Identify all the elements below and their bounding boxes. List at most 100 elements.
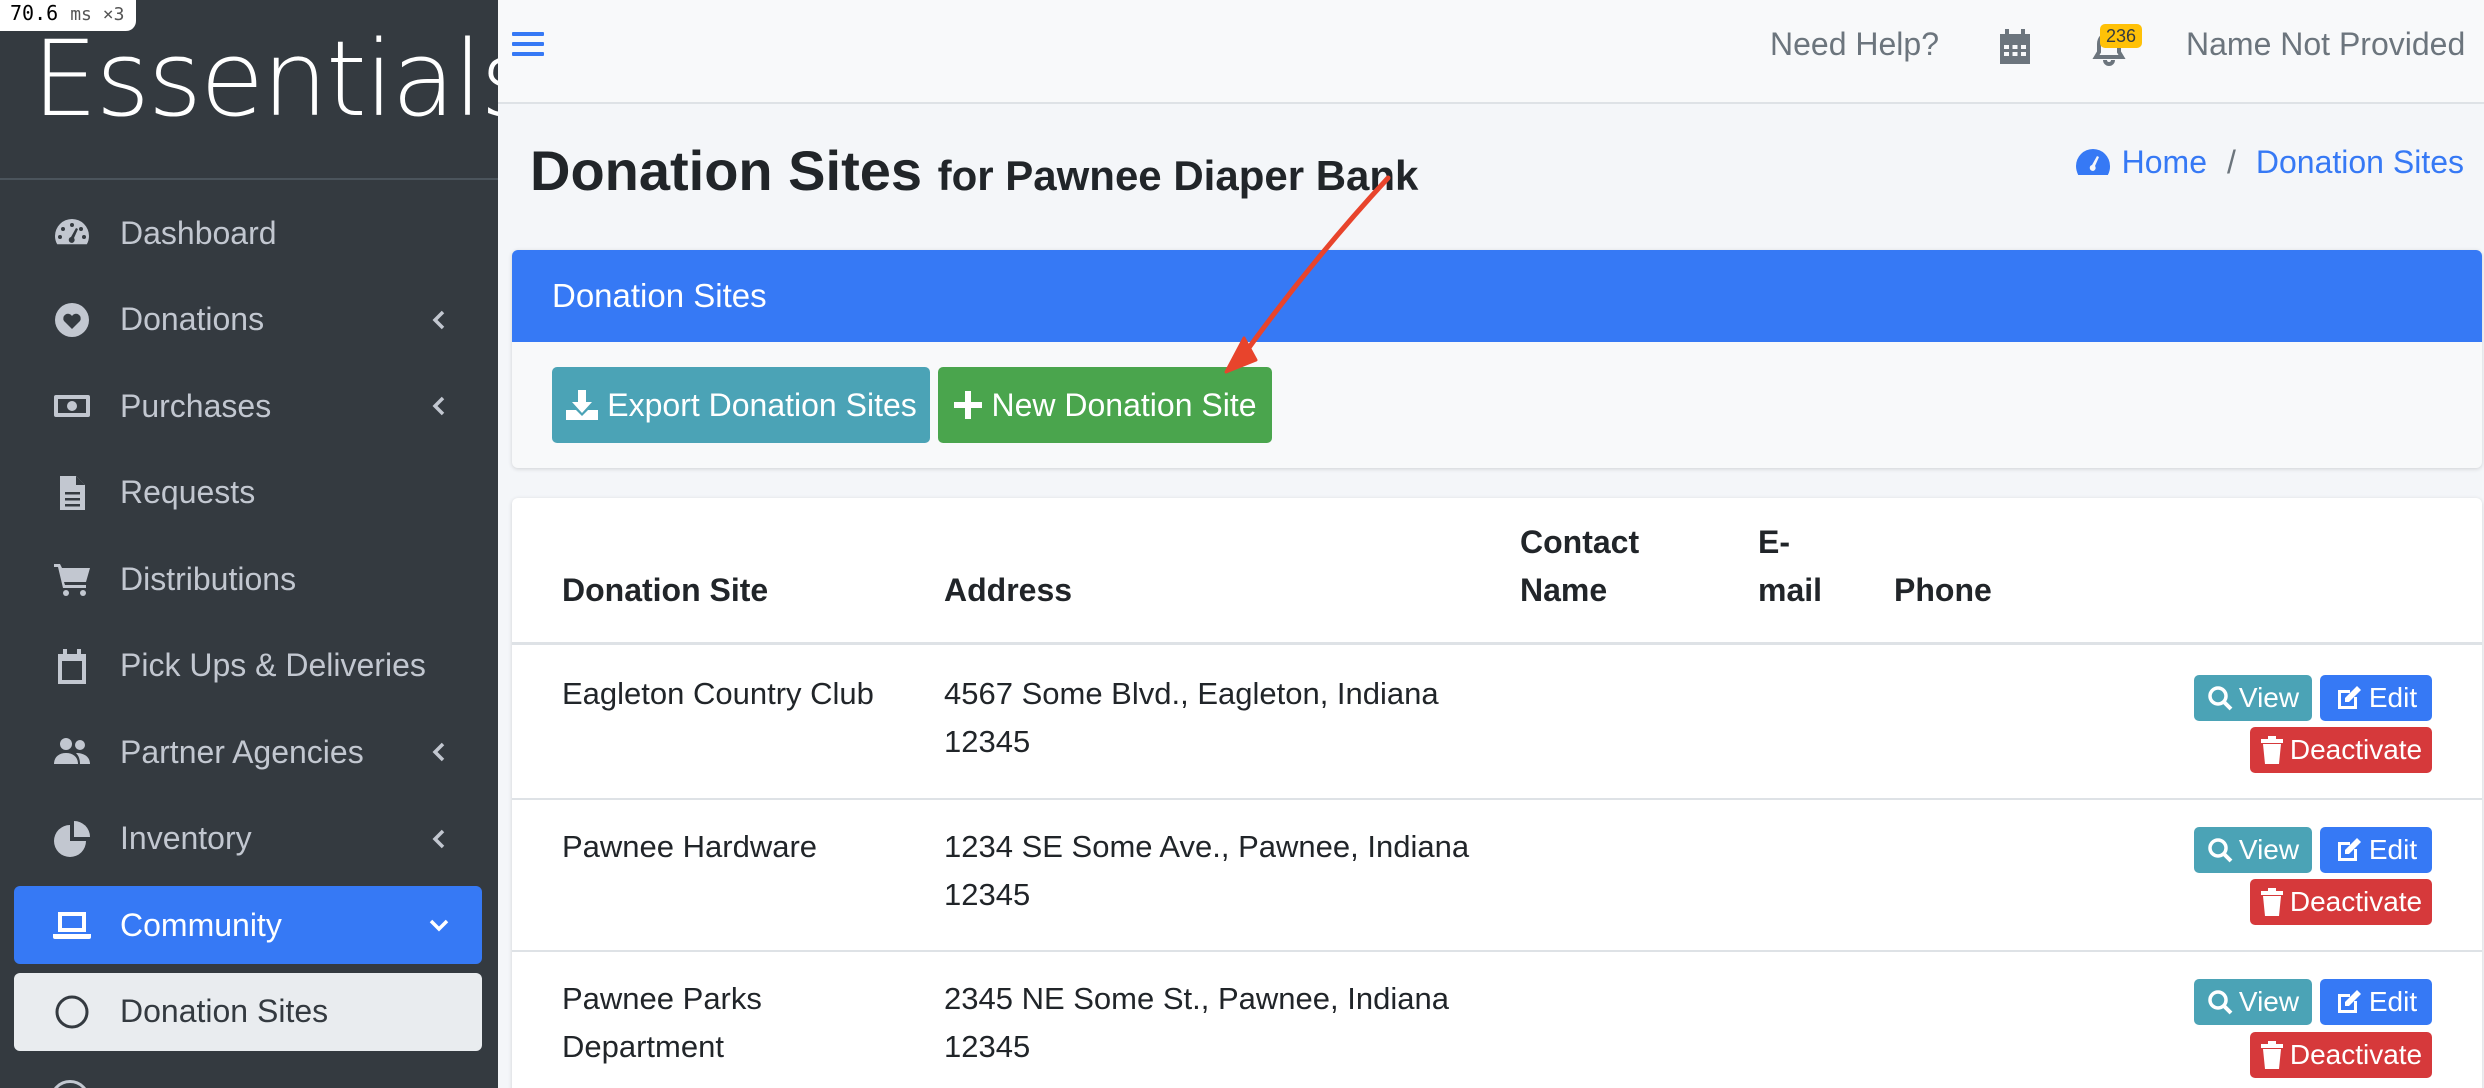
row-divider [512, 950, 2482, 952]
edit-label: Edit [2368, 986, 2418, 1017]
shopping-cart-icon [50, 557, 94, 601]
card-header: Donation Sites [512, 250, 2482, 342]
page-title: Donation Sites for Pawnee Diaper Bank [530, 138, 1418, 203]
table-header-divider [512, 642, 2482, 645]
sidebar-item-label: Dashboard [120, 214, 277, 251]
edit-button[interactable]: Edit [2320, 827, 2432, 873]
address-line2: 12345 [944, 724, 1031, 759]
search-icon [2208, 686, 2233, 711]
laptop-icon [50, 903, 94, 947]
sidebar-item-community[interactable]: Community [14, 886, 482, 964]
sidebar-item-label: Distributions [120, 560, 297, 597]
breadcrumb-home-link[interactable]: Home [2122, 144, 2207, 181]
brand-divider [0, 178, 498, 180]
calendar-icon [50, 644, 94, 688]
chevron-left-icon [424, 737, 454, 767]
need-help-link[interactable]: Need Help? [1770, 26, 1939, 63]
view-button[interactable]: View [2194, 827, 2312, 873]
col-header-email: E-mail [1758, 518, 1822, 614]
address-line1: 4567 Some Blvd., Eagleton, Indiana [944, 676, 1439, 711]
site-address: 4567 Some Blvd., Eagleton, Indiana 12345 [944, 670, 1439, 766]
sidebar-item-requests[interactable]: Requests [14, 454, 482, 532]
edit-button[interactable]: Edit [2320, 979, 2432, 1025]
calendar-icon[interactable] [1998, 28, 2032, 66]
deactivate-label: Deactivate [2289, 1039, 2423, 1070]
edit-label: Edit [2368, 834, 2418, 865]
heart-circle-icon [50, 298, 94, 342]
view-button[interactable]: View [2194, 979, 2312, 1025]
sidebar-item-partner-agencies[interactable]: Partner Agencies [14, 713, 482, 791]
edit-icon [2337, 686, 2361, 709]
deactivate-label: Deactivate [2289, 734, 2423, 765]
trash-icon [2260, 888, 2283, 916]
sidebar-item-label: Purchases [120, 387, 272, 424]
view-button[interactable]: View [2194, 675, 2312, 721]
notification-badge: 236 [2100, 24, 2143, 48]
view-label: View [2238, 986, 2300, 1017]
new-donation-site-button[interactable]: New Donation Site [938, 367, 1272, 443]
user-menu[interactable]: Name Not Provided [2186, 26, 2465, 63]
sidebar-item-purchases[interactable]: Purchases [14, 367, 482, 445]
pie-chart-icon [50, 817, 94, 861]
edit-button[interactable]: Edit [2320, 675, 2432, 721]
sidebar-nav: Dashboard Donations Purchases Requests D… [14, 194, 482, 1059]
sidebar-item-inventory[interactable]: Inventory [14, 800, 482, 878]
users-icon [50, 730, 94, 774]
sidebar-item-pickups-deliveries[interactable]: Pick Ups & Deliveries [14, 627, 482, 705]
topbar: Need Help? 236 Name Not Provided [498, 0, 2484, 104]
site-address: 1234 SE Some Ave., Pawnee, Indiana 12345 [944, 823, 1469, 919]
search-icon [2208, 990, 2233, 1015]
brand-logo[interactable]: Essentials [32, 24, 498, 134]
plus-icon [954, 391, 983, 419]
sidebar-item-label: Inventory [120, 820, 252, 856]
circle-outline-icon [50, 1080, 90, 1088]
deactivate-label: Deactivate [2289, 886, 2423, 917]
menu-toggle-icon[interactable] [512, 32, 544, 60]
sidebar: 70.6 ms ×3 Essentials Dashboard Donation… [0, 0, 498, 1088]
col-header-address: Address [944, 572, 1073, 608]
address-line1: 2345 NE Some St., Pawnee, Indiana [944, 981, 1449, 1016]
site-name: Pawnee Hardware [562, 829, 818, 864]
site-name: Pawnee Parks Department [562, 975, 762, 1071]
donation-sites-table: Donation Site Address Contact Name E-mail… [512, 498, 2482, 1088]
col-header-contact-line2: Name [1520, 572, 1608, 608]
view-label: View [2238, 682, 2300, 713]
address-line2: 12345 [944, 1029, 1031, 1064]
sidebar-item-donation-sites[interactable]: Donation Sites [14, 972, 482, 1051]
page-title-text: Donation Sites [530, 139, 923, 202]
sidebar-item-label: Donations [120, 301, 265, 337]
breadcrumb: Home / Donation Sites [2074, 144, 2464, 181]
chevron-left-icon [424, 824, 454, 854]
site-address: 2345 NE Some St., Pawnee, Indiana 12345 [944, 975, 1449, 1071]
perf-value: 70.6 [10, 1, 59, 25]
view-label: View [2238, 834, 2300, 865]
edit-label: Edit [2368, 682, 2418, 713]
deactivate-button[interactable]: Deactivate [2250, 1032, 2432, 1078]
sidebar-item-dashboard[interactable]: Dashboard [14, 194, 482, 272]
sidebar-item-distributions[interactable]: Distributions [14, 540, 482, 618]
col-header-phone: Phone [1894, 572, 1992, 608]
sidebar-item-label: Donation Sites [120, 993, 329, 1029]
edit-icon [2337, 990, 2361, 1013]
breadcrumb-separator: / [2226, 144, 2236, 180]
trash-icon [2260, 1041, 2283, 1069]
donation-sites-actions-card: Donation Sites Export Donation Sites New… [512, 250, 2482, 468]
perf-unit: ms ×3 [70, 4, 125, 25]
download-icon [566, 390, 599, 420]
site-name: Eagleton Country Club [562, 676, 874, 711]
page-subtitle: for Pawnee Diaper Bank [937, 152, 1419, 199]
sidebar-item-label: Requests [120, 474, 256, 510]
address-line2: 12345 [944, 877, 1031, 912]
perf-badge: 70.6 ms ×3 [0, 0, 137, 31]
address-line1: 1234 SE Some Ave., Pawnee, Indiana [944, 829, 1470, 864]
export-donation-sites-button[interactable]: Export Donation Sites [552, 367, 930, 443]
sidebar-item-label: Partner Agencies [120, 733, 364, 770]
chevron-left-icon [424, 391, 454, 421]
deactivate-button[interactable]: Deactivate [2250, 727, 2432, 773]
breadcrumb-current[interactable]: Donation Sites [2256, 144, 2464, 181]
row-divider [512, 798, 2482, 800]
edit-icon [2337, 838, 2361, 861]
sidebar-item-donations[interactable]: Donations [14, 281, 482, 359]
sidebar-item-label: Community [120, 906, 282, 943]
deactivate-button[interactable]: Deactivate [2250, 879, 2432, 925]
